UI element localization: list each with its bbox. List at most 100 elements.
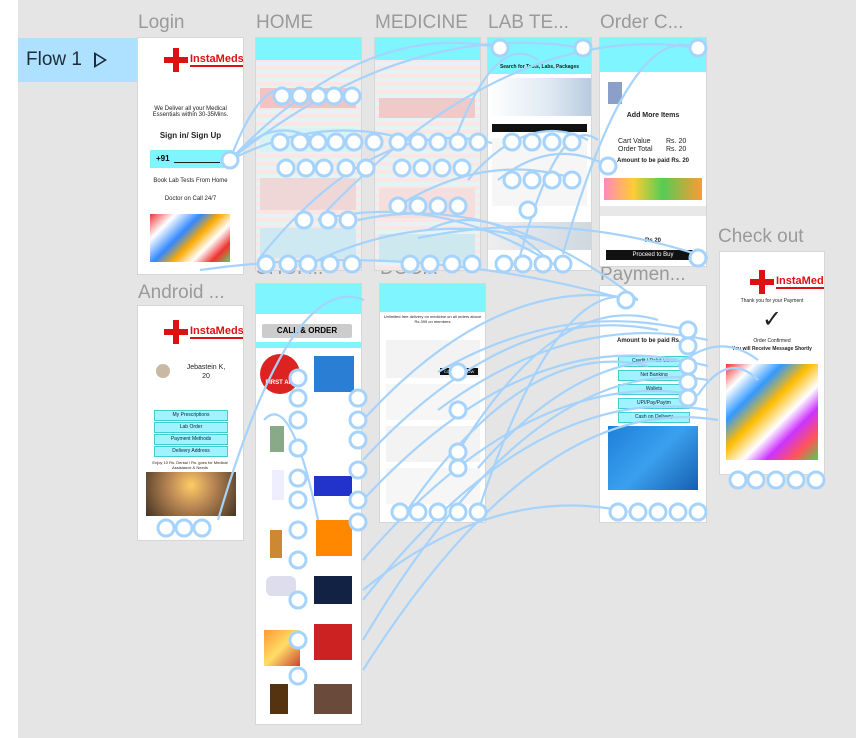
connection-node[interactable] — [766, 470, 786, 490]
check-icon: ✓ — [761, 306, 783, 333]
lab-hero-image — [488, 78, 591, 116]
medical-cross-icon — [750, 270, 774, 294]
product-tile[interactable] — [314, 624, 352, 660]
frame-lab[interactable]: Search for Tests, Labs, Packages — [488, 38, 591, 270]
baby-cream-image[interactable] — [266, 576, 296, 596]
connection-node[interactable] — [746, 470, 766, 490]
connection-node[interactable] — [728, 470, 748, 490]
proceed-to-buy-button[interactable]: Proceed to Buy — [606, 250, 700, 260]
phone-input[interactable]: +91 — [150, 150, 232, 168]
message-note: You will Receive Message Shortly — [732, 346, 812, 352]
lab-image — [488, 222, 591, 250]
pay-netbanking[interactable]: Net Banking — [618, 370, 690, 381]
pay-cod[interactable]: Cash on Delivery — [618, 412, 690, 423]
lab-header: Search for Tests, Labs, Packages — [488, 38, 591, 74]
play-icon[interactable] — [93, 52, 107, 68]
product-tile[interactable] — [264, 630, 300, 666]
medicine-offers — [379, 234, 475, 262]
prototype-canvas[interactable]: Flow 1 Login HOME MEDICINE LAB TE... Ord… — [18, 0, 856, 738]
menu-payment-methods[interactable]: Payment Methods — [154, 434, 228, 445]
payment-amount: Amount to be paid Rs. 20 — [616, 338, 689, 344]
frame-medicine[interactable] — [375, 38, 480, 270]
frame-login[interactable]: InstaMeds We Deliver all your Medical Es… — [138, 38, 243, 274]
lab-search[interactable]: Search for Tests, Labs, Packages — [490, 64, 589, 70]
brand-name: InstaMeds — [190, 325, 243, 339]
vitamin-c-image[interactable] — [316, 520, 352, 556]
cart-value: Rs. 20 — [666, 138, 687, 145]
flow-starting-point[interactable]: Flow 1 — [18, 38, 138, 82]
shop-header — [256, 284, 361, 314]
frame-order[interactable]: Add More Items Cart Value Rs. 20 Order T… — [600, 38, 706, 266]
menu-prescriptions[interactable]: My Prescriptions — [154, 410, 228, 421]
baby-talc-image[interactable] — [272, 470, 284, 500]
shampoo-image[interactable] — [270, 426, 284, 452]
divider — [600, 206, 706, 216]
flow-label: Flow 1 — [26, 49, 82, 70]
pay-cards[interactable]: Credit / Debit Cards — [618, 356, 690, 367]
frame-android[interactable]: InstaMeds Jebastein K, 20 My Prescriptio… — [138, 306, 243, 540]
home-category-row — [260, 88, 356, 108]
pay-wallets[interactable]: Wallets — [618, 384, 690, 395]
cart-value-label: Cart Value — [618, 138, 651, 145]
product-thumb — [608, 82, 622, 104]
frame-title-lab[interactable]: LAB TE... — [488, 12, 569, 34]
connection-node[interactable] — [806, 470, 826, 490]
avatar — [156, 364, 170, 378]
medicine-list — [379, 188, 475, 218]
phone-underline — [174, 162, 220, 163]
frame-title-medicine[interactable]: MEDICINE — [375, 12, 468, 34]
frame-title-checkout[interactable]: Check out — [718, 226, 804, 248]
country-code: +91 — [156, 154, 170, 163]
cough-syrup-image[interactable] — [270, 530, 282, 558]
call-and-order-button[interactable]: CALL & ORDER — [262, 324, 352, 338]
instameds-logo: InstaMeds — [164, 48, 243, 72]
doctor-card[interactable] — [386, 384, 480, 420]
order-total: Rs. 20 — [666, 146, 687, 153]
brand-name: InstaMeds — [190, 53, 243, 67]
connection-node[interactable] — [786, 470, 806, 490]
frame-doctor[interactable]: Unlimited free delivery on medicine on a… — [380, 284, 485, 522]
order-suggestions — [604, 178, 702, 200]
pills-image — [726, 364, 818, 460]
order-header — [600, 38, 706, 72]
doctor-card[interactable] — [386, 468, 480, 504]
frame-checkout[interactable]: InstaMeds Thank you for your Payment ✓ O… — [720, 252, 824, 474]
doctor-header — [380, 284, 485, 312]
amount-to-pay: Amount to be paid Rs. 20 — [616, 158, 689, 164]
first-aid-image[interactable]: FIRST AID — [260, 354, 300, 394]
frame-title-order[interactable]: Order C... — [600, 12, 683, 34]
frame-title-payment[interactable]: Paymen... — [600, 264, 686, 286]
checkout-logo: InstaMeds — [750, 270, 824, 294]
medical-cross-icon — [164, 320, 188, 344]
menu-delivery-address[interactable]: Delivery Address — [154, 446, 228, 457]
shop-tabs[interactable] — [256, 342, 361, 348]
frame-home[interactable] — [256, 38, 361, 270]
medicine-header — [375, 38, 480, 60]
frame-title-login[interactable]: Login — [138, 12, 185, 34]
oximeter-image[interactable] — [314, 476, 352, 496]
vitamins-image[interactable] — [270, 684, 288, 714]
user-name: Jebastein K, — [186, 364, 226, 371]
frame-shop[interactable]: CALL & ORDER FIRST AID — [256, 284, 361, 724]
frame-payment[interactable]: Amount to be paid Rs. 20 Credit / Debit … — [600, 286, 706, 522]
frame-title-home[interactable]: HOME — [256, 12, 313, 34]
menu-lab-order[interactable]: Lab Order — [154, 422, 228, 433]
frame-title-android[interactable]: Android ... — [138, 282, 225, 304]
promo-text: Enjoy 10 Rs. Dental / Rs. goes for Medic… — [152, 460, 228, 470]
medicine-upload — [379, 98, 475, 118]
order-total-label: Order Total — [618, 146, 653, 153]
product-tile[interactable] — [314, 684, 352, 714]
connect-now-button[interactable]: CONNECT NOW — [440, 368, 478, 375]
pay-upi[interactable]: UPI/Pay/Paytm — [618, 398, 690, 409]
payment-thanks: Thank you for your Payment — [740, 298, 804, 304]
product-tile[interactable] — [314, 576, 352, 604]
add-more-items[interactable]: Add More Items — [610, 112, 696, 119]
home-products — [260, 178, 356, 210]
pills-image — [150, 214, 230, 262]
doctor-call-text: Doctor on Call 24/7 — [164, 196, 217, 202]
product-tile[interactable] — [314, 356, 354, 392]
doctor-card[interactable] — [386, 426, 480, 462]
book-lab-text: Book Lab Tests From Home — [153, 178, 228, 184]
user-age: 20 — [202, 373, 210, 380]
home-header — [256, 38, 361, 60]
